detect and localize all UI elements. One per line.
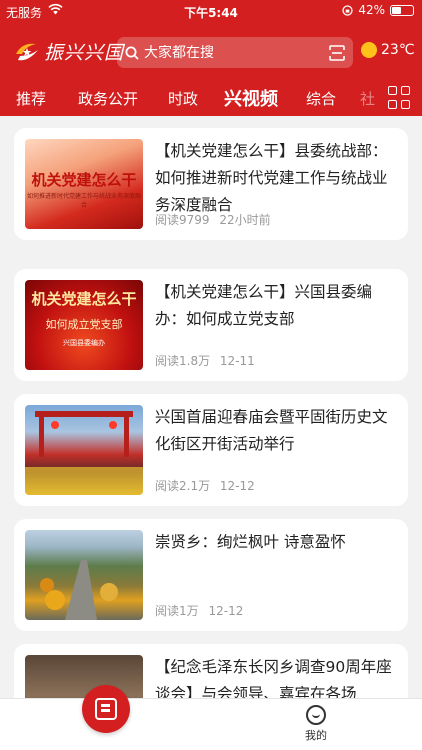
user-icon: [306, 705, 326, 725]
news-thumbnail: 机关党建怎么干 如何成立党支部 兴国县委编办: [25, 280, 143, 370]
news-meta: 阅读1.8万 12-11: [155, 352, 255, 369]
read-count: 阅读1万: [155, 604, 199, 618]
news-title: 【机关党建怎么干】兴国县委编办：如何成立党支部: [155, 283, 373, 328]
channel-tabs: 推荐 政务公开 时政 兴视频 综合 社: [0, 82, 422, 116]
bottom-tab-bar: 我的: [0, 685, 422, 750]
tab-me-label: 我的: [305, 729, 327, 742]
news-thumbnail: [25, 655, 143, 698]
weather-widget[interactable]: 23℃: [361, 42, 415, 58]
news-title: 崇贤乡：绚烂枫叶 诗意盈怀: [155, 533, 346, 551]
search-bar[interactable]: [117, 37, 353, 68]
news-card[interactable]: 崇贤乡：绚烂枫叶 诗意盈怀 阅读1万 12-12: [14, 519, 408, 631]
battery-percent: 42%: [358, 3, 385, 17]
news-icon: [95, 698, 117, 720]
temple-fair-photo: [25, 411, 143, 495]
read-count: 阅读1.8万: [155, 354, 211, 368]
news-meta: 阅读9799 22小时前: [155, 211, 271, 228]
tab-government[interactable]: 政务公开: [78, 88, 138, 109]
news-title: 兴国首届迎春庙会暨平固街历史文化街区开街活动举行: [155, 408, 388, 453]
read-count: 阅读9799: [155, 213, 210, 227]
thumbnail-caption: 兴国县委编办: [63, 339, 105, 347]
tab-recommend[interactable]: 推荐: [16, 88, 46, 109]
logo-emblem-icon: [16, 43, 38, 60]
news-title: 【纪念毛泽东长冈乡调查90周年座谈会】与会领导、嘉宾在各场: [155, 658, 392, 698]
battery-icon: [390, 4, 414, 16]
status-right: 42%: [342, 3, 414, 17]
home-news-button[interactable]: [82, 685, 130, 733]
thumbnail-title: 机关党建怎么干: [31, 290, 137, 308]
news-title: 【机关党建怎么干】县委统战部：如何推进新时代党建工作与统战业务深度融合: [155, 142, 388, 214]
search-icon: [125, 46, 139, 60]
thumbnail-subtitle: 如何成立党支部: [45, 318, 123, 331]
news-card[interactable]: 【纪念毛泽东长冈乡调查90周年座谈会】与会领导、嘉宾在各场: [14, 644, 408, 698]
news-thumbnail: 机关党建怎么干 如何推进新时代党建工作与统战业务深度融合: [25, 139, 143, 229]
maple-road-photo: [40, 560, 118, 620]
tab-video[interactable]: 兴视频: [224, 85, 278, 111]
tab-general[interactable]: 综合: [306, 88, 336, 109]
app-logo: 振兴兴国: [14, 38, 124, 65]
news-meta: 阅读1万 12-12: [155, 602, 243, 619]
publish-time: 22小时前: [219, 213, 271, 227]
tab-society[interactable]: 社: [360, 88, 384, 109]
publish-time: 12-11: [219, 354, 255, 368]
news-thumbnail: [25, 405, 143, 495]
orientation-lock-icon: [342, 4, 353, 16]
tab-politics[interactable]: 时政: [168, 88, 198, 109]
app-header: 振兴兴国 23℃: [0, 24, 422, 82]
read-count: 阅读2.1万: [155, 479, 211, 493]
publish-time: 12-12: [219, 479, 255, 493]
status-bar: 无服务 下午5:44 42%: [0, 0, 422, 24]
thumbnail-subtitle: 如何推进新时代党建工作与统战业务深度融合: [26, 193, 141, 209]
publish-time: 12-12: [208, 604, 244, 618]
news-feed: 机关党建怎么干 如何推进新时代党建工作与统战业务深度融合 【机关党建怎么干】县委…: [0, 116, 422, 698]
thumbnail-title: 机关党建怎么干: [31, 171, 137, 189]
temperature: 23℃: [381, 42, 415, 58]
news-card[interactable]: 机关党建怎么干 如何推进新时代党建工作与统战业务深度融合 【机关党建怎么干】县委…: [14, 128, 408, 240]
scan-icon[interactable]: [329, 44, 345, 61]
channel-grid-icon[interactable]: [388, 86, 412, 110]
news-meta: 阅读2.1万 12-12: [155, 477, 255, 494]
news-card[interactable]: 机关党建怎么干 如何成立党支部 兴国县委编办 【机关党建怎么干】兴国县委编办：如…: [14, 269, 408, 381]
sun-icon: [361, 42, 377, 58]
logo-text: 振兴兴国: [44, 42, 125, 64]
news-thumbnail: [25, 530, 143, 620]
search-input[interactable]: [144, 44, 329, 61]
news-card[interactable]: 兴国首届迎春庙会暨平固街历史文化街区开街活动举行 阅读2.1万 12-12: [14, 394, 408, 506]
tab-me[interactable]: 我的: [296, 705, 336, 743]
